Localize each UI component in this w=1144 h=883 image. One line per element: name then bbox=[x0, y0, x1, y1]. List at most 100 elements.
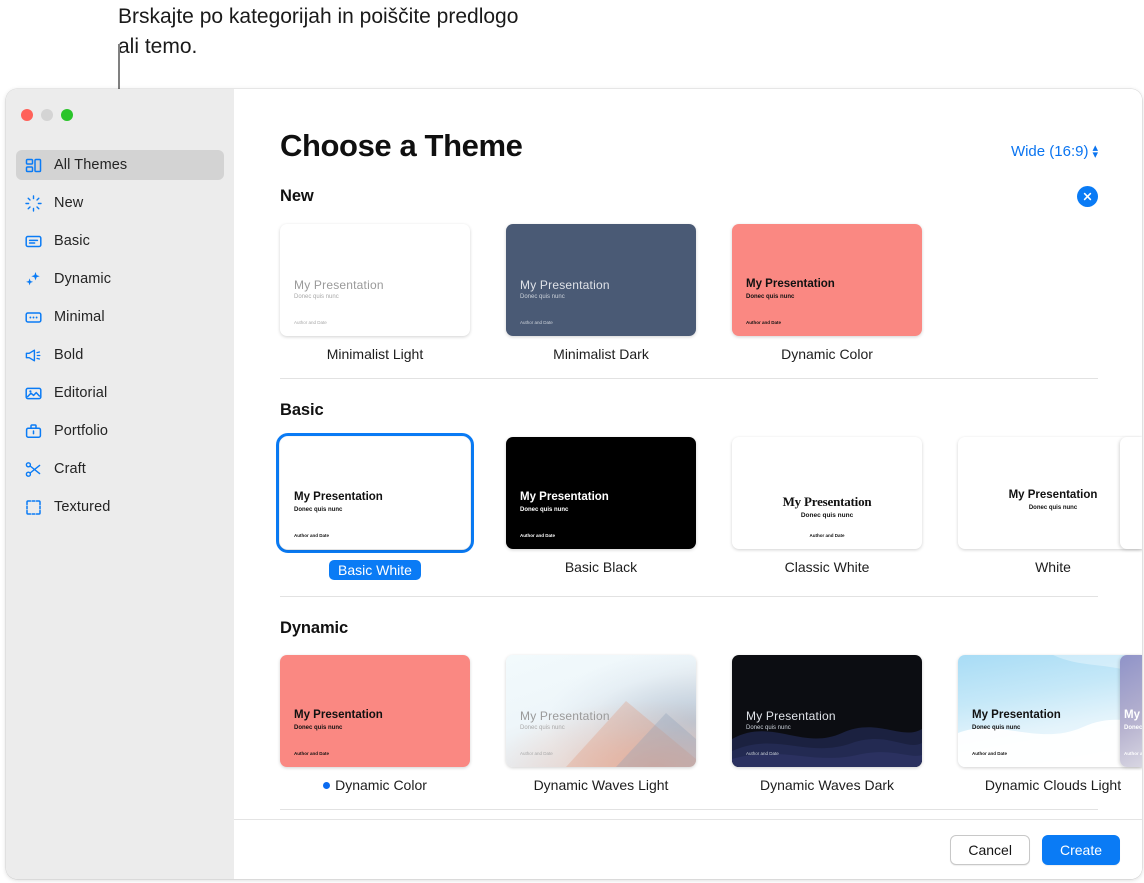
sidebar-item-minimal[interactable]: Minimal bbox=[16, 302, 224, 332]
slide-title: My Presentation bbox=[294, 278, 384, 292]
slide-footer: Author and Date bbox=[520, 533, 556, 538]
sidebar-item-new[interactable]: New bbox=[16, 188, 224, 218]
theme-cell[interactable]: My Presentation Donec quis nunc Author a… bbox=[276, 433, 474, 580]
sparkles-icon bbox=[24, 270, 43, 289]
theme-thumbnail[interactable]: My Presentation Donec quis nunc Author a… bbox=[506, 437, 696, 549]
sidebar-item-basic[interactable]: Basic bbox=[16, 226, 224, 256]
theme-thumbnail[interactable]: My Presentation Donec quis nunc Author a… bbox=[958, 437, 1142, 549]
slide-footer: Author and Date bbox=[746, 751, 779, 756]
sidebar-item-all-themes[interactable]: All Themes bbox=[16, 150, 224, 180]
sidebar-item-label: Minimal bbox=[54, 309, 105, 325]
slide-subtitle: Donec quis nunc bbox=[800, 512, 854, 519]
section-title: Basic bbox=[280, 401, 324, 419]
sidebar-item-dynamic[interactable]: Dynamic bbox=[16, 264, 224, 294]
theme-thumbnail[interactable]: My Presentation Donec quis nunc Author a… bbox=[732, 437, 922, 549]
theme-name: Dynamic Waves Light bbox=[533, 777, 669, 793]
create-button[interactable]: Create bbox=[1041, 834, 1120, 865]
theme-cell[interactable]: My Presentation Donec quis nunc Author a… bbox=[280, 224, 470, 362]
theme-cell[interactable]: My Presentation Donec quis nunc Author a… bbox=[732, 224, 922, 362]
theme-thumbnail[interactable]: My Presentation Donec quis nunc Author a… bbox=[280, 655, 470, 767]
slide-subtitle: Donec quis nunc bbox=[1124, 725, 1142, 731]
theme-thumbnail[interactable]: My Presentation Donec quis nunc Author a… bbox=[506, 224, 696, 336]
slide-subtitle: Donec quis nunc bbox=[1028, 505, 1078, 511]
theme-gallery-scroll[interactable]: Choose a Theme Wide (16:9) ▴ ▾ New My Pr… bbox=[234, 89, 1142, 819]
theme-cell[interactable]: My Presentation Donec quis nunc Author a… bbox=[732, 655, 922, 793]
dialog-footer: Cancel Create bbox=[234, 819, 1142, 879]
close-circle-icon[interactable] bbox=[1077, 186, 1098, 207]
slide-subtitle: Donec quis nunc bbox=[520, 507, 569, 513]
sidebar-item-textured[interactable]: Textured bbox=[16, 492, 224, 522]
slide-subtitle: Donec quis nunc bbox=[520, 294, 565, 300]
theme-cell[interactable]: My Presentation Donec quis nunc Author a… bbox=[506, 224, 696, 362]
slide-subtitle: Donec quis nunc bbox=[294, 294, 339, 300]
close-window-button[interactable] bbox=[21, 109, 33, 121]
slide-subtitle: Donec quis nunc bbox=[972, 725, 1021, 731]
section-title: New bbox=[280, 187, 314, 205]
scissors-icon bbox=[24, 460, 43, 479]
sidebar-item-label: All Themes bbox=[54, 157, 128, 173]
sidebar-item-portfolio[interactable]: Portfolio bbox=[16, 416, 224, 446]
theme-label: Classic White bbox=[785, 559, 870, 575]
aspect-ratio-picker[interactable]: Wide (16:9) ▴ ▾ bbox=[1010, 142, 1098, 160]
theme-cell[interactable]: My Presentation Donec quis nunc Author a… bbox=[280, 655, 470, 793]
crop-frame-icon bbox=[24, 498, 43, 517]
section-minimal: Minimal bbox=[280, 810, 1142, 819]
aspect-ratio-value: Wide (16:9) bbox=[1010, 143, 1089, 160]
theme-thumbnail[interactable]: My Presentation Donec quis nunc Author a… bbox=[506, 655, 696, 767]
zoom-window-button[interactable] bbox=[61, 109, 73, 121]
theme-thumbnail-partial[interactable] bbox=[1120, 437, 1142, 549]
theme-cell[interactable]: My Presentation Donec quis nunc Author a… bbox=[506, 437, 696, 575]
slide-footer: Author and Date bbox=[294, 533, 330, 538]
theme-cell[interactable]: My Presentation Donec quis nunc Author a… bbox=[732, 437, 922, 575]
sidebar-item-label: Portfolio bbox=[54, 423, 109, 439]
sidebar-item-bold[interactable]: Bold bbox=[16, 340, 224, 370]
theme-label: Dynamic Waves Dark bbox=[760, 777, 894, 793]
slide-title: My Presentation bbox=[972, 709, 1061, 721]
sidebar-item-label: Dynamic bbox=[54, 271, 112, 287]
slide-title: My Presentation bbox=[294, 491, 383, 503]
slide-footer: Author and Date bbox=[972, 751, 1008, 756]
theme-name: Dynamic Waves Dark bbox=[759, 777, 895, 793]
page-title: Choose a Theme bbox=[280, 128, 523, 163]
theme-row-basic: My Presentation Donec quis nunc Author a… bbox=[276, 420, 1142, 580]
sidebar-category-list: All Themes New Basic Dynamic Minimal Bol… bbox=[6, 138, 234, 522]
sidebar-item-label: Craft bbox=[54, 461, 86, 477]
cancel-button[interactable]: Cancel bbox=[950, 834, 1030, 865]
slide-footer: Author and Date bbox=[520, 751, 553, 756]
theme-name: Minimalist Light bbox=[326, 346, 424, 362]
theme-label-selected: Basic White bbox=[329, 560, 421, 580]
slide-title: My Presentation bbox=[294, 709, 383, 721]
theme-cell[interactable]: My Presentation Donec quis nunc Author a… bbox=[958, 655, 1142, 793]
slide-footer: Author and Date bbox=[294, 320, 327, 325]
all-themes-icon bbox=[24, 156, 43, 175]
sidebar-item-editorial[interactable]: Editorial bbox=[16, 378, 224, 408]
slide-footer: Author and Date bbox=[809, 533, 845, 538]
minimize-window-button[interactable] bbox=[41, 109, 53, 121]
slide-subtitle: Donec quis nunc bbox=[746, 725, 791, 731]
theme-thumbnail-partial[interactable]: My Presentation Donec quis nunc Author a… bbox=[1120, 655, 1142, 767]
theme-thumbnail-selected[interactable]: My Presentation Donec quis nunc Author a… bbox=[276, 433, 474, 553]
slide-title: My Presentation bbox=[1008, 489, 1098, 501]
sidebar-item-label: Editorial bbox=[54, 385, 108, 401]
theme-thumbnail[interactable]: My Presentation Donec quis nunc Author a… bbox=[958, 655, 1142, 767]
header-row: Choose a Theme Wide (16:9) ▴ ▾ bbox=[280, 89, 1142, 164]
theme-label: Minimalist Dark bbox=[553, 346, 649, 362]
section-title: Dynamic bbox=[280, 619, 349, 637]
theme-thumbnail[interactable]: My Presentation Donec quis nunc Author a… bbox=[280, 224, 470, 336]
section-dynamic: Dynamic My Presentation Donec quis nunc … bbox=[280, 597, 1142, 810]
photo-icon bbox=[24, 384, 43, 403]
sparkle-burst-icon bbox=[24, 194, 43, 213]
section-divider bbox=[280, 809, 1098, 810]
theme-row-dynamic: My Presentation Donec quis nunc Author a… bbox=[280, 638, 1142, 793]
briefcase-icon bbox=[24, 422, 43, 441]
theme-cell[interactable]: My Presentation Donec quis nunc Author a… bbox=[958, 437, 1142, 575]
theme-cell[interactable]: My Presentation Donec quis nunc Author a… bbox=[506, 655, 696, 793]
sidebar-item-label: New bbox=[54, 195, 84, 211]
slide-subtitle: Donec quis nunc bbox=[520, 725, 565, 731]
sidebar-item-label: Bold bbox=[54, 347, 84, 363]
sidebar-item-label: Textured bbox=[54, 499, 111, 515]
theme-thumbnail[interactable]: My Presentation Donec quis nunc Author a… bbox=[732, 224, 922, 336]
slide-footer: Author and Date bbox=[746, 320, 782, 325]
theme-thumbnail[interactable]: My Presentation Donec quis nunc Author a… bbox=[732, 655, 922, 767]
sidebar-item-craft[interactable]: Craft bbox=[16, 454, 224, 484]
